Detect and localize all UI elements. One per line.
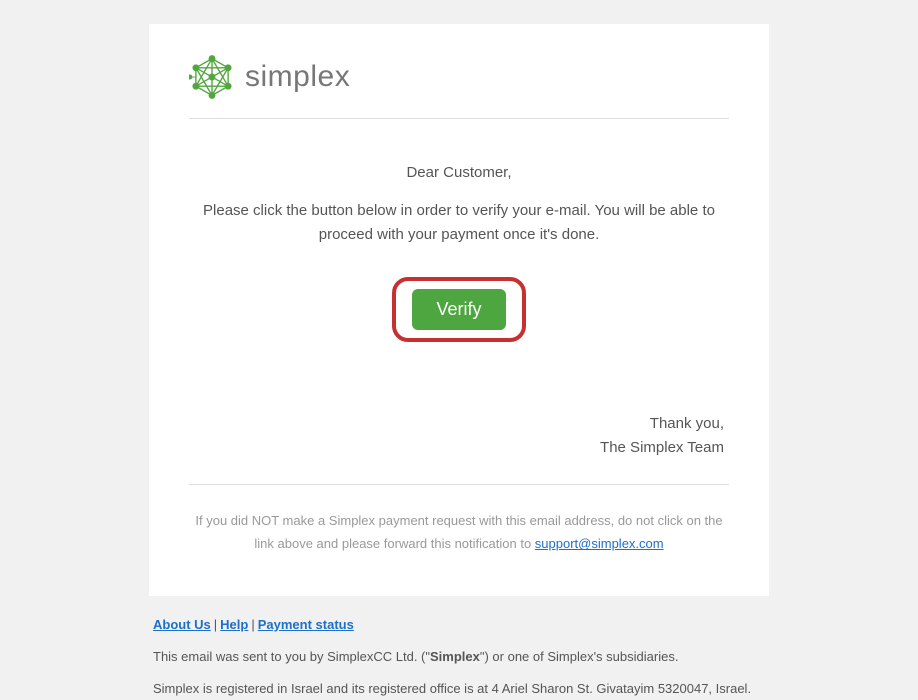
help-link[interactable]: Help (220, 617, 248, 632)
thanks-line: Thank you, (194, 412, 724, 436)
logo-row: simplex (189, 54, 729, 119)
greeting-text: Dear Customer, (194, 164, 724, 181)
email-footer: About Us|Help|Payment status This email … (149, 614, 769, 700)
email-body: Dear Customer, Please click the button b… (189, 119, 729, 372)
verify-button[interactable]: Verify (412, 289, 505, 330)
support-email-link[interactable]: support@simplex.com (535, 536, 664, 551)
footer-links: About Us|Help|Payment status (153, 614, 765, 636)
warning-notice: If you did NOT make a Simplex payment re… (189, 485, 729, 586)
team-line: The Simplex Team (194, 436, 724, 460)
sent-by-text: This email was sent to you by SimplexCC … (153, 646, 765, 668)
payment-status-link[interactable]: Payment status (258, 617, 354, 632)
logo-text: simplex (245, 60, 350, 94)
simplex-network-icon (189, 54, 235, 100)
registered-office-text: Simplex is registered in Israel and its … (153, 678, 765, 700)
instruction-text: Please click the button below in order t… (194, 199, 724, 247)
signature: Thank you, The Simplex Team (189, 372, 729, 485)
about-us-link[interactable]: About Us (153, 617, 211, 632)
separator: | (251, 617, 254, 632)
email-card: simplex Dear Customer, Please click the … (149, 24, 769, 596)
verify-highlight-box: Verify (392, 277, 525, 342)
separator: | (214, 617, 217, 632)
